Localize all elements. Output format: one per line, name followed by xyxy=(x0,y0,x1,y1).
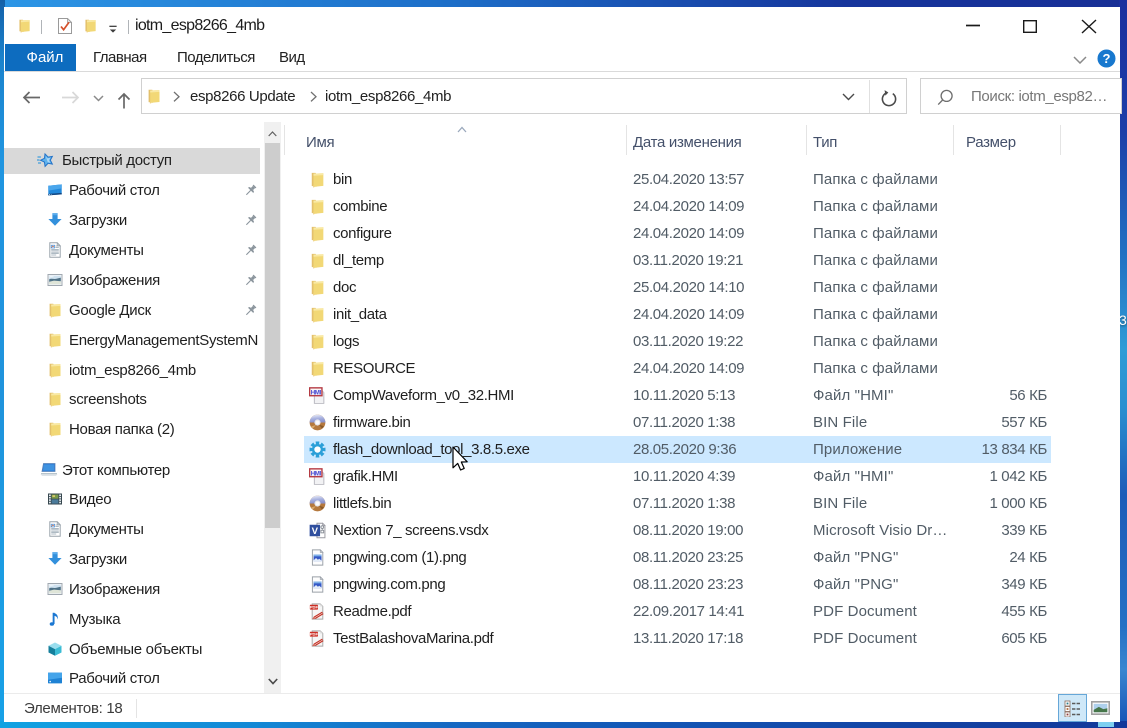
svg-text:?: ? xyxy=(1103,51,1111,66)
